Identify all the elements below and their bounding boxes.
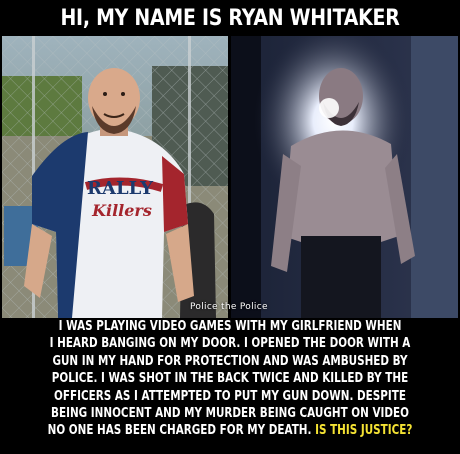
caption-line: BEING INNOCENT AND MY MURDER BEING CAUGH… <box>51 406 409 422</box>
caption-highlight: IS THIS JUSTICE? <box>315 423 413 439</box>
watermark: Police the Police <box>190 302 268 312</box>
caption-line: I HEARD BANGING ON MY DOOR. I OPENED THE… <box>49 336 411 352</box>
caption-line: OFFICERS AS I ATTEMPTED TO PUT MY GUN DO… <box>54 388 406 404</box>
shirt-print: RALLY <box>87 178 154 199</box>
bodycam-photo <box>231 36 458 318</box>
caption-line: POLICE. I WAS SHOT IN THE BACK TWICE AND… <box>51 371 409 387</box>
headline: HI, MY NAME IS RYAN WHITAKER <box>60 6 400 31</box>
svg-text:Killers: Killers <box>91 201 152 220</box>
caption-line: GUN IN MY HAND FOR PROTECTION AND WAS AM… <box>52 353 408 369</box>
caption-last-line: NO ONE HAS BEEN CHARGED FOR MY DEATH. IS… <box>46 422 414 439</box>
portrait-photo: RALLY Killers <box>2 36 228 318</box>
caption: I WAS PLAYING VIDEO GAMES WITH MY GIRLFR… <box>0 318 460 440</box>
caption-line: NO ONE HAS BEEN CHARGED FOR MY DEATH. <box>47 423 312 439</box>
caption-line: I WAS PLAYING VIDEO GAMES WITH MY GIRLFR… <box>58 319 402 334</box>
meme-canvas: HI, MY NAME IS RYAN WHITAKER RALLY Kille… <box>0 0 460 454</box>
